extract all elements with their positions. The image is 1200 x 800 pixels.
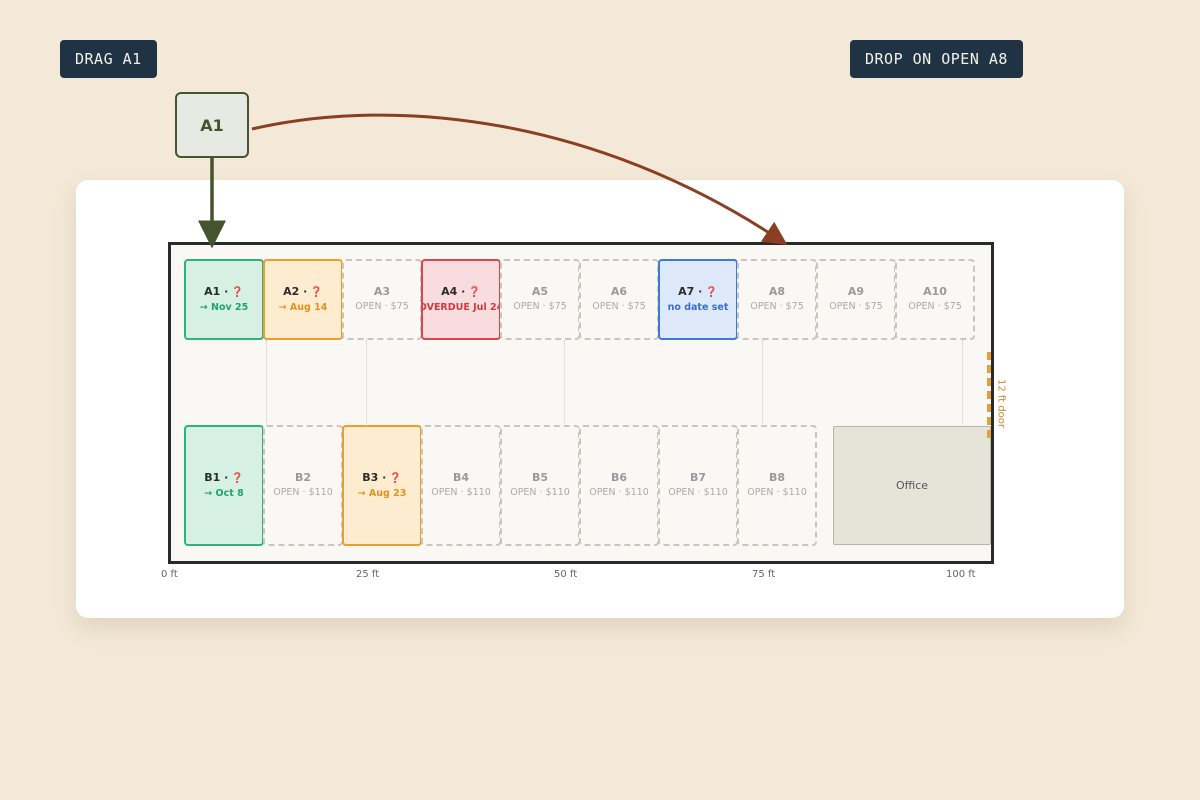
unit-status: OVERDUE Jul 24 [421,301,501,313]
unit-status: OPEN · $110 [747,487,807,498]
question-mark-icon: ❓ [310,286,323,298]
question-mark-icon: ❓ [468,286,481,298]
unit-id: A2 · [283,284,308,298]
unit-id: B3 · [362,470,387,484]
unit-status: OPEN · $75 [829,301,883,312]
unit-status: OPEN · $110 [668,487,728,498]
unit-status: OPEN · $110 [431,487,491,498]
unit-id: B1 · [204,470,229,484]
question-mark-icon: ❓ [231,286,244,298]
unit-id: A5 [531,285,549,298]
aisle-guide-line [266,340,267,426]
scale-tick-label: 75 ft [752,569,776,580]
unit-b3[interactable]: B3 · ❓ → Aug 23 [342,425,422,546]
unit-label: A2 · ❓ [283,285,323,300]
door-marker [987,352,991,442]
unit-id: B4 [452,471,470,484]
unit-a7[interactable]: A7 · ❓ no date set [658,259,738,340]
unit-label: A4 · ❓ [441,285,481,300]
unit-label: A9 [848,285,864,299]
unit-label: A1 · ❓ [204,285,244,300]
unit-a5[interactable]: A5 OPEN · $75 [500,259,580,340]
unit-b2[interactable]: B2 OPEN · $110 [263,425,343,546]
unit-a6[interactable]: A6 OPEN · $75 [579,259,659,340]
unit-label: A5 [532,285,548,299]
unit-id: B2 [294,471,312,484]
unit-status: OPEN · $110 [273,487,333,498]
dragged-unit-a1[interactable]: A1 [175,92,249,158]
unit-b4[interactable]: B4 OPEN · $110 [421,425,501,546]
unit-status: → Oct 8 [204,487,244,499]
unit-a10[interactable]: A10 OPEN · $75 [895,259,975,340]
question-mark-icon: ❓ [705,286,718,298]
unit-id: A3 [373,285,391,298]
unit-status: no date set [667,301,729,313]
unit-status: → Aug 14 [278,301,328,313]
unit-a3[interactable]: A3 OPEN · $75 [342,259,422,340]
unit-label: B3 · ❓ [362,471,402,486]
office-area: Office [833,426,991,545]
unit-a9[interactable]: A9 OPEN · $75 [816,259,896,340]
unit-a8[interactable]: A8 OPEN · $75 [737,259,817,340]
unit-label: A10 [923,285,947,299]
unit-id: A4 · [441,284,466,298]
unit-label: B5 [532,471,548,485]
scale-tick-label: 50 ft [554,569,578,580]
unit-b8[interactable]: B8 OPEN · $110 [737,425,817,546]
unit-label: B6 [611,471,627,485]
unit-label: A6 [611,285,627,299]
unit-label: A3 [374,285,390,299]
unit-b5[interactable]: B5 OPEN · $110 [500,425,580,546]
unit-label: A8 [769,285,785,299]
unit-id: B6 [610,471,628,484]
drag-instruction-callout: DRAG A1 [60,40,157,78]
question-mark-icon: ❓ [231,472,244,484]
unit-status: OPEN · $110 [510,487,570,498]
unit-status: OPEN · $110 [589,487,649,498]
unit-status: OPEN · $75 [592,301,646,312]
drop-instruction-callout: DROP ON OPEN A8 [850,40,1023,78]
unit-label: B2 [295,471,311,485]
unit-status: OPEN · $75 [513,301,567,312]
unit-b7[interactable]: B7 OPEN · $110 [658,425,738,546]
unit-id: A10 [923,285,947,298]
unit-status: → Nov 25 [199,301,249,313]
scale-tick-label: 100 ft [946,569,976,580]
unit-b1[interactable]: B1 · ❓ → Oct 8 [184,425,264,546]
unit-status: → Aug 23 [357,487,407,499]
aisle-guide-line [762,340,763,426]
unit-id: A1 · [204,284,229,298]
unit-id: B7 [689,471,707,484]
question-mark-icon: ❓ [389,472,402,484]
door-label: 12 ft door [995,378,1007,429]
unit-label: B1 · ❓ [204,471,244,486]
unit-label: A7 · ❓ [678,285,718,300]
unit-id: A7 · [678,284,703,298]
unit-id: A8 [768,285,786,298]
aisle-guide-line [564,340,565,426]
scale-tick-label: 25 ft [356,569,380,580]
unit-a2[interactable]: A2 · ❓ → Aug 14 [263,259,343,340]
unit-status: OPEN · $75 [908,301,962,312]
unit-id: A6 [610,285,628,298]
unit-id: A9 [847,285,865,298]
unit-b6[interactable]: B6 OPEN · $110 [579,425,659,546]
unit-status: OPEN · $75 [355,301,409,312]
unit-label: B4 [453,471,469,485]
unit-label: B8 [769,471,785,485]
unit-status: OPEN · $75 [750,301,804,312]
scale-tick-label: 0 ft [161,569,178,580]
unit-id: B5 [531,471,549,484]
unit-label: B7 [690,471,706,485]
aisle-guide-line [366,340,367,426]
aisle-guide-line [962,340,963,426]
unit-id: B8 [768,471,786,484]
unit-a1[interactable]: A1 · ❓ → Nov 25 [184,259,264,340]
unit-a4[interactable]: A4 · ❓ OVERDUE Jul 24 [421,259,501,340]
